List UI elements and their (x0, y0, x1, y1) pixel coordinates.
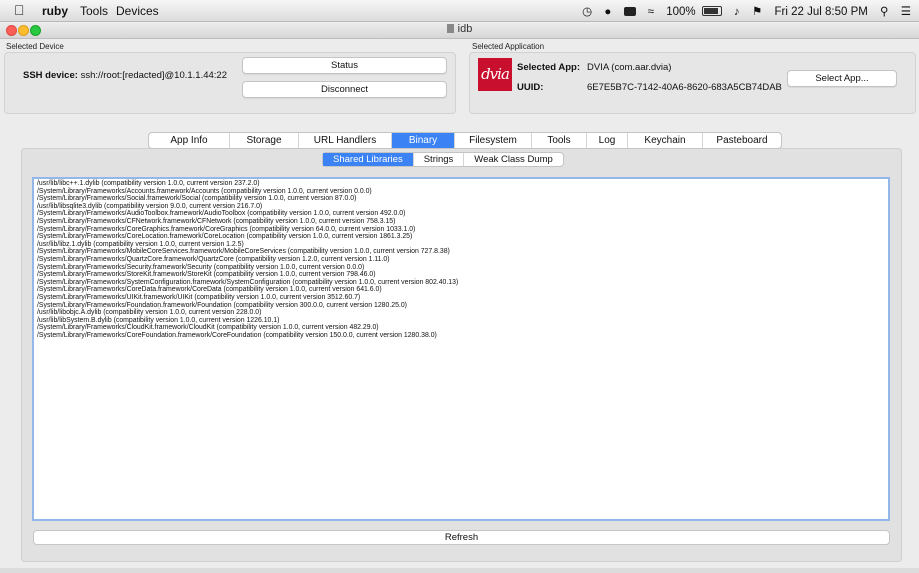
library-line: /System/Library/Frameworks/CoreFoundatio… (37, 331, 437, 339)
disconnect-button[interactable]: Disconnect (242, 81, 447, 98)
uuid-value: 6E7E5B7C-7142-40A6-8620-683A5CB74DAB (587, 82, 782, 93)
selected-app-value: DVIA (com.aar.dvia) (587, 62, 672, 73)
library-line: /System/Library/Frameworks/Security.fram… (37, 263, 365, 271)
library-line: /System/Library/Frameworks/MobileCoreSer… (37, 248, 450, 256)
selected-app-label: Selected App: (517, 62, 580, 73)
tab-pasteboard[interactable]: Pasteboard (703, 133, 781, 148)
binary-subtabs: Shared Libraries Strings Weak Class Dump (322, 152, 564, 167)
ssh-device-row: SSH device: ssh://root:[redacted]@10.1.1… (23, 70, 227, 81)
battery-percent[interactable]: 100% (666, 6, 695, 18)
select-app-button[interactable]: Select App... (787, 70, 897, 87)
tab-url-handlers[interactable]: URL Handlers (299, 133, 392, 148)
display-icon[interactable] (623, 7, 636, 16)
search-icon[interactable]: ⚲ (880, 6, 888, 18)
window-bottom-edge (0, 568, 919, 573)
library-line: /System/Library/Frameworks/CoreLocation.… (37, 233, 413, 241)
menu-devices[interactable]: Devices (116, 4, 159, 18)
ssh-label: SSH device: (23, 70, 78, 81)
battery-icon[interactable] (701, 6, 722, 16)
tab-keychain[interactable]: Keychain (628, 133, 703, 148)
document-icon (446, 24, 454, 33)
library-line: /System/Library/Frameworks/AudioToolbox.… (37, 210, 406, 218)
shared-libraries-textarea[interactable]: /usr/lib/libc++.1.dylib (compatibility v… (32, 177, 890, 521)
menu-bar:  ruby Tools Devices ◷ ● ≈ 100% ♪ ⚑ Fri … (0, 0, 919, 22)
library-line: /System/Library/Frameworks/Social.framew… (37, 195, 357, 203)
app-logo: dvia (478, 58, 512, 91)
apple-icon[interactable]:  (14, 2, 25, 18)
status-button[interactable]: Status (242, 57, 447, 74)
library-line: /System/Library/Frameworks/CoreGraphics.… (37, 225, 416, 233)
menu-tools[interactable]: Tools (80, 4, 108, 18)
window-titlebar: idb (0, 22, 919, 39)
tab-filesystem[interactable]: Filesystem (455, 133, 532, 148)
library-line: /System/Library/Frameworks/Accounts.fram… (37, 187, 372, 195)
library-line: /usr/lib/libobjc.A.dylib (compatibility … (37, 309, 262, 317)
library-line: /usr/lib/libz.1.dylib (compatibility ver… (37, 240, 244, 248)
device-section-label: Selected Device (6, 42, 64, 51)
library-line: /System/Library/Frameworks/CFNetwork.fra… (37, 217, 396, 225)
library-line: /usr/lib/libSystem.B.dylib (compatibilit… (37, 316, 280, 324)
library-line: /System/Library/Frameworks/CoreData.fram… (37, 286, 382, 294)
tab-log[interactable]: Log (587, 133, 628, 148)
wifi-icon[interactable]: ≈ (648, 6, 654, 18)
library-line: /usr/lib/libc++.1.dylib (compatibility v… (37, 180, 260, 187)
clock-icon[interactable]: ◷ (582, 6, 592, 18)
app-menu[interactable]: ruby (42, 4, 68, 18)
library-line: /System/Library/Frameworks/CloudKit.fram… (37, 324, 379, 332)
library-line: /System/Library/Frameworks/StoreKit.fram… (37, 271, 376, 279)
uuid-label: UUID: (517, 82, 544, 93)
window-title: idb (0, 23, 919, 35)
subtab-weak-class-dump[interactable]: Weak Class Dump (464, 153, 563, 166)
tab-tools[interactable]: Tools (532, 133, 587, 148)
library-line: /System/Library/Frameworks/UIKit.framewo… (37, 293, 361, 301)
status-area: ◷ ● ≈ 100% ♪ ⚑ Fri 22 Jul 8:50 PM ⚲ ☰ (573, 4, 911, 18)
refresh-button[interactable]: Refresh (33, 530, 890, 545)
tab-binary[interactable]: Binary (392, 133, 455, 148)
main-tabs: App Info Storage URL Handlers Binary Fil… (148, 132, 782, 149)
library-line: /System/Library/Frameworks/QuartzCore.fr… (37, 255, 390, 263)
subtab-shared-libraries[interactable]: Shared Libraries (323, 153, 414, 166)
library-line: /usr/lib/libsqlite3.dylib (compatibility… (37, 202, 263, 210)
list-icon[interactable]: ☰ (901, 6, 911, 18)
tab-app-info[interactable]: App Info (149, 133, 230, 148)
lock-icon[interactable]: ● (604, 6, 611, 18)
application-section-label: Selected Application (472, 42, 545, 51)
ssh-value: ssh://root:[redacted]@10.1.1.44:22 (80, 70, 227, 81)
flag-icon[interactable]: ⚑ (752, 6, 762, 18)
subtab-strings[interactable]: Strings (414, 153, 465, 166)
library-line: /System/Library/Frameworks/Foundation.fr… (37, 301, 407, 309)
clock-text[interactable]: Fri 22 Jul 8:50 PM (775, 6, 868, 18)
library-line: /System/Library/Frameworks/SystemConfigu… (37, 278, 459, 286)
tab-storage[interactable]: Storage (230, 133, 299, 148)
volume-icon[interactable]: ♪ (734, 6, 740, 18)
